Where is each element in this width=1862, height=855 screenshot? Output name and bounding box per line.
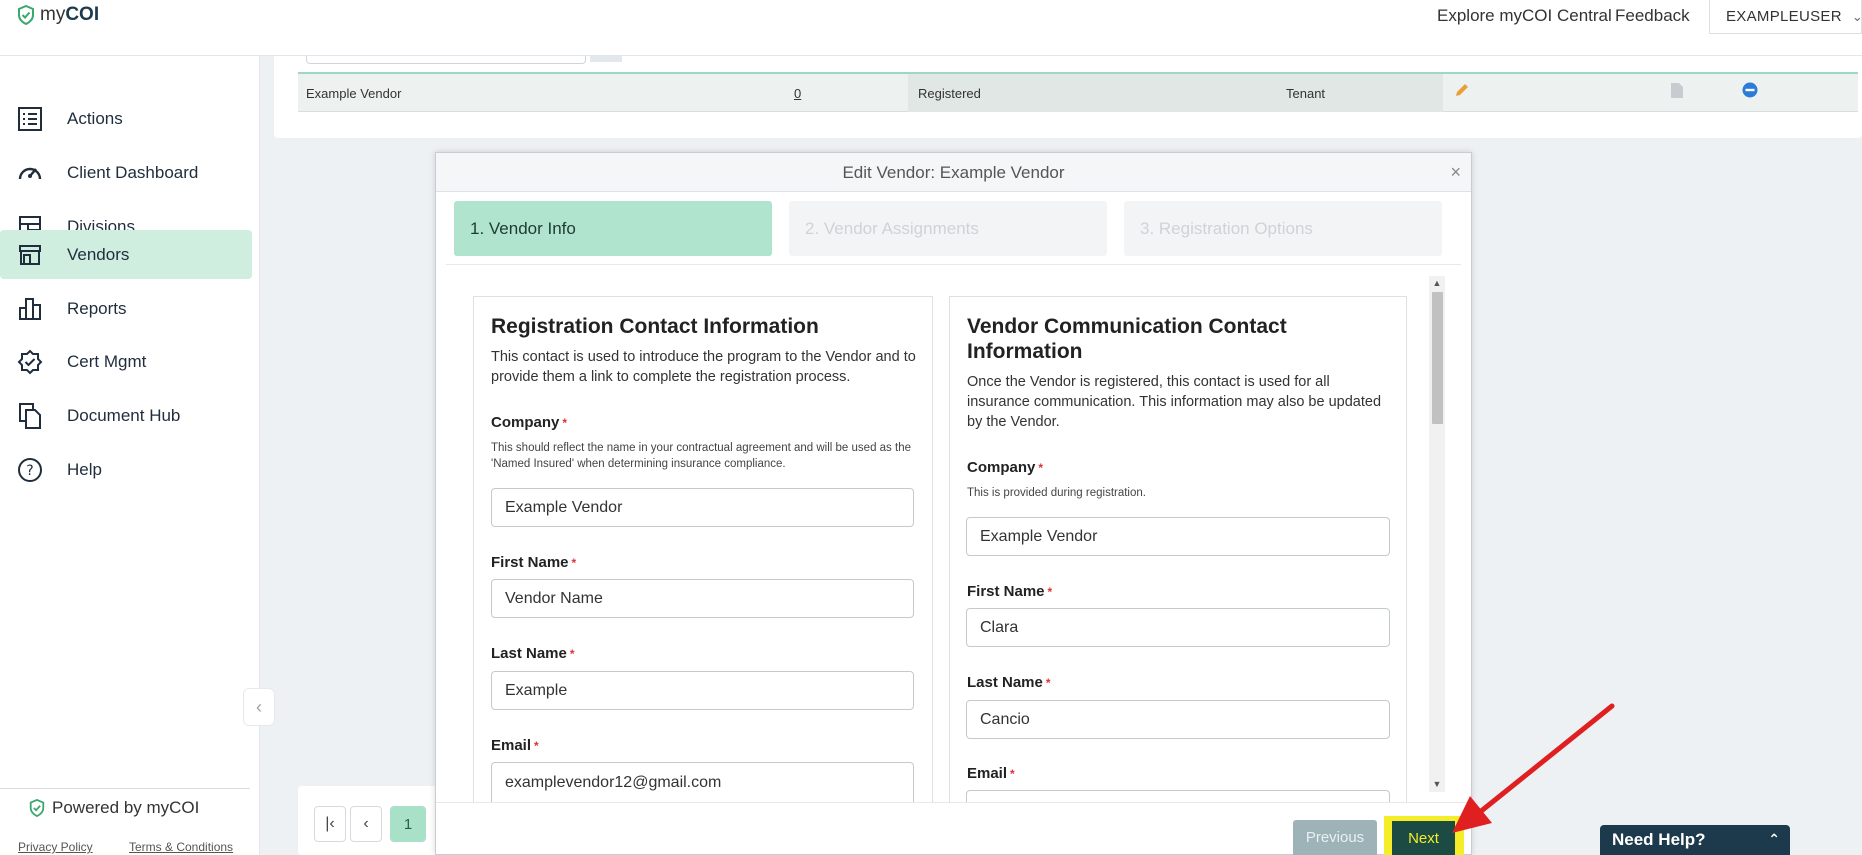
- annotation-arrow-icon: [1452, 703, 1615, 833]
